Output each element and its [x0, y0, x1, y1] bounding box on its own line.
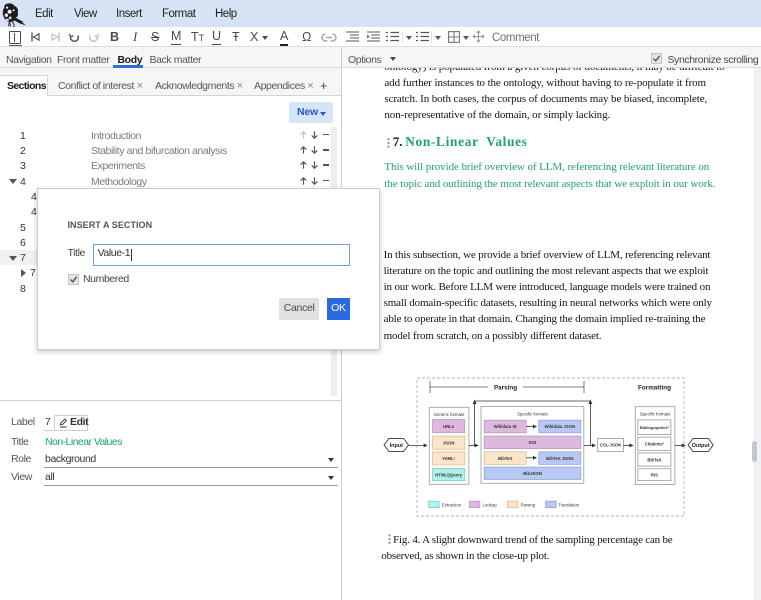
- svg-text:Extraction: Extraction: [442, 503, 462, 508]
- svg-text:YAML¹: YAML¹: [442, 456, 456, 461]
- svg-text:Specific formats: Specific formats: [517, 411, 548, 416]
- svg-text:BibTeX JSON: BibTeX JSON: [546, 456, 573, 461]
- svg-text:Bibliographies²: Bibliographies²: [640, 425, 670, 430]
- svg-text:Citations²: Citations²: [645, 442, 665, 447]
- svg-text:Formatting: Formatting: [638, 384, 671, 391]
- svg-text:Wikidata JSON: Wikidata JSON: [545, 424, 576, 429]
- svg-text:Parsing: Parsing: [521, 503, 536, 508]
- svg-text:Wikidata ID: Wikidata ID: [494, 424, 517, 429]
- svg-text:Translation: Translation: [558, 503, 580, 508]
- svg-text:Specific formats: Specific formats: [640, 411, 671, 416]
- svg-text:BibTeX: BibTeX: [647, 457, 661, 462]
- svg-text:CSL-JSON: CSL-JSON: [600, 443, 621, 448]
- svg-text:JSON: JSON: [443, 440, 455, 445]
- svg-text:Output: Output: [692, 443, 710, 449]
- svg-text:HTML/jQuery: HTML/jQuery: [435, 472, 462, 477]
- svg-text:BibTeX: BibTeX: [498, 456, 513, 461]
- svg-text:URLs: URLs: [443, 424, 455, 429]
- svg-text:Generic formats: Generic formats: [434, 412, 465, 417]
- svg-text:RIS: RIS: [651, 473, 658, 478]
- svg-text:BibJSON: BibJSON: [523, 471, 542, 476]
- svg-text:Lookup: Lookup: [483, 503, 498, 508]
- svg-text:Input: Input: [390, 443, 404, 449]
- svg-text:Parsing: Parsing: [494, 384, 517, 391]
- svg-text:DOI: DOI: [529, 440, 537, 445]
